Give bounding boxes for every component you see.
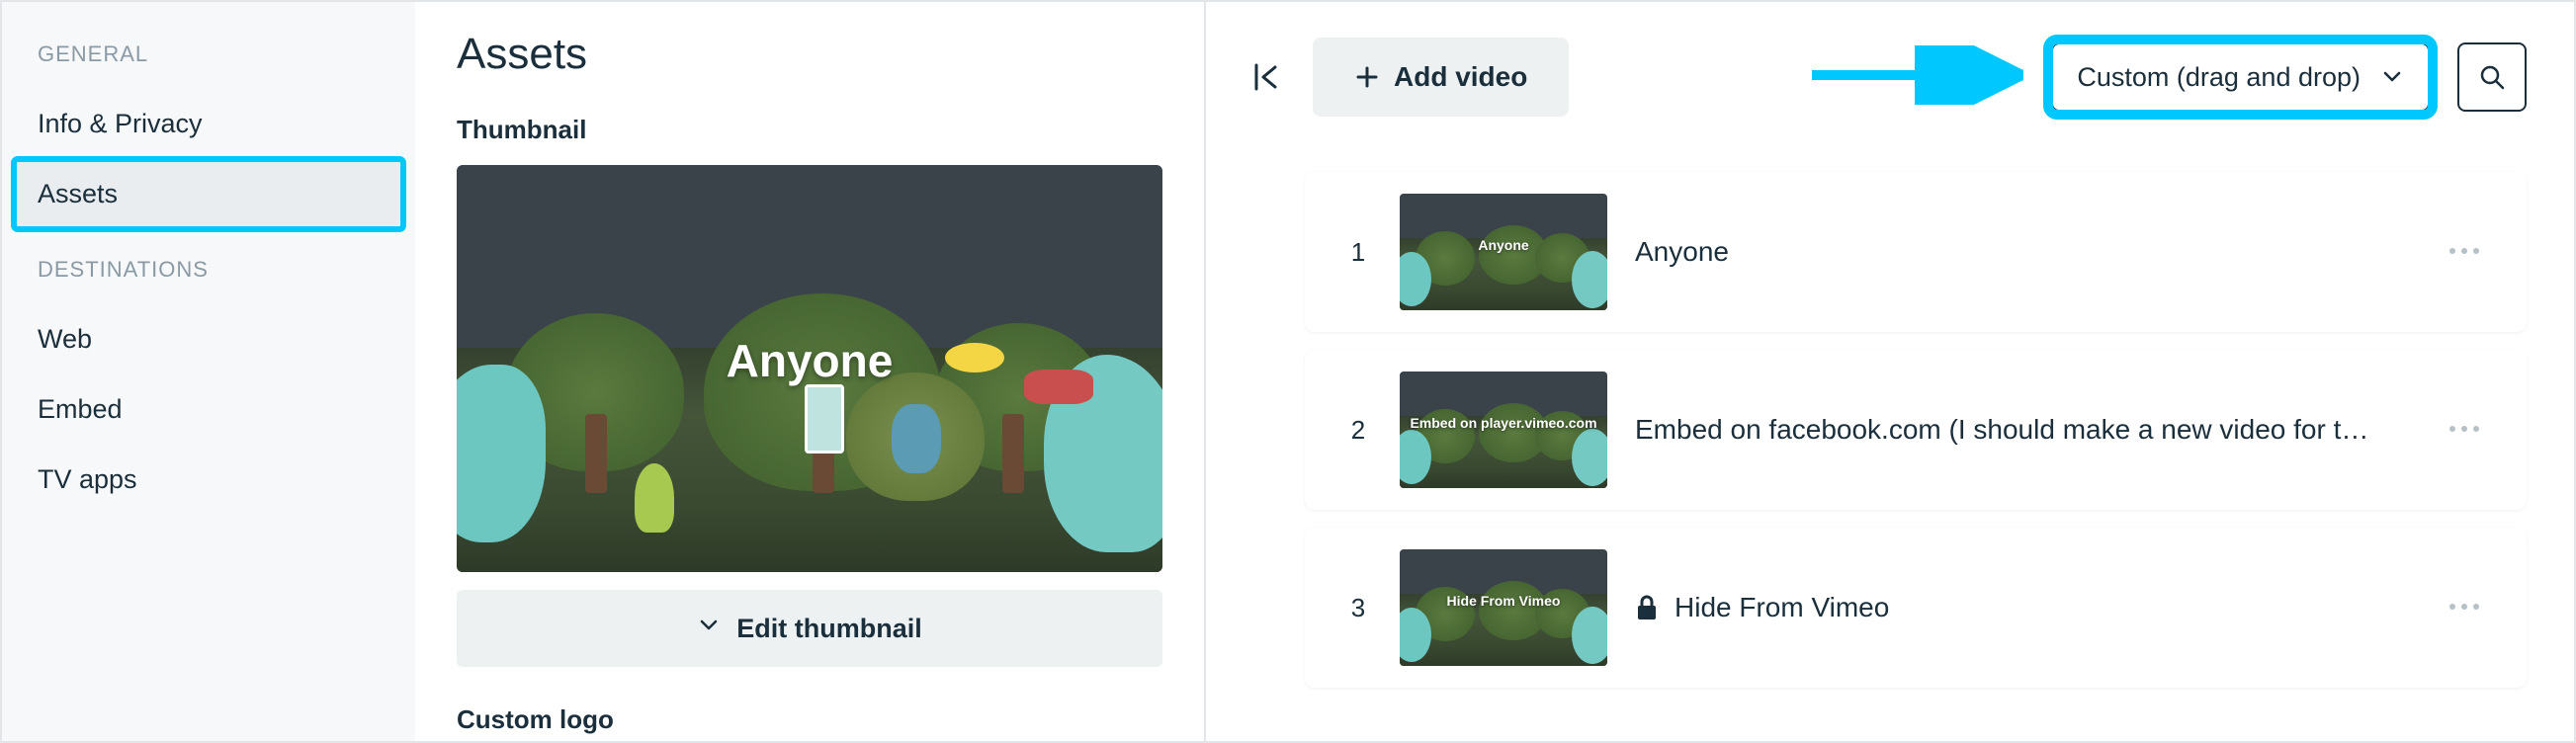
video-list: 1 Anyone Anyone 2 Embed on: [1245, 172, 2527, 688]
sidebar-item-info-privacy[interactable]: Info & Privacy: [14, 89, 403, 159]
more-horizontal-icon: [2447, 424, 2481, 434]
video-thumbnail: Hide From Vimeo: [1400, 549, 1607, 666]
edit-thumbnail-label: Edit thumbnail: [736, 614, 921, 644]
row-more-button[interactable]: [2438, 411, 2491, 449]
lock-icon: [1635, 594, 1659, 621]
video-row[interactable]: 1 Anyone Anyone: [1305, 172, 2527, 332]
row-more-button[interactable]: [2438, 233, 2491, 271]
thumbnail-overlay-title: Anyone: [727, 334, 894, 387]
sidebar-item-web[interactable]: Web: [14, 304, 403, 374]
video-list-panel: Add video Custom (drag and drop) 1: [1206, 2, 2574, 741]
row-index: 1: [1344, 237, 1372, 268]
sidebar-item-tv-apps[interactable]: TV apps: [14, 445, 403, 515]
chevron-down-icon: [697, 614, 721, 644]
row-index: 3: [1344, 593, 1372, 623]
video-row[interactable]: 2 Embed on player.vimeo.com Embed on fac…: [1305, 350, 2527, 510]
sidebar-group-destinations: DESTINATIONS: [38, 257, 380, 283]
more-horizontal-icon: [2447, 246, 2481, 256]
collapse-panel-button[interactable]: [1245, 57, 1285, 97]
sidebar: GENERAL Info & Privacy Assets DESTINATIO…: [2, 2, 415, 741]
search-icon: [2477, 62, 2507, 92]
video-title: Anyone: [1635, 236, 2410, 268]
add-video-button[interactable]: Add video: [1313, 38, 1569, 117]
sidebar-item-assets[interactable]: Assets: [14, 159, 403, 229]
page-title: Assets: [457, 30, 1162, 79]
collapse-left-icon: [1247, 59, 1283, 95]
row-index: 2: [1344, 415, 1372, 446]
video-thumbnail: Anyone: [1400, 194, 1607, 310]
thumbnail-section-label: Thumbnail: [457, 115, 1162, 145]
search-button[interactable]: [2457, 42, 2527, 112]
callout-arrow: [1806, 45, 2023, 110]
video-row[interactable]: 3 Hide From Vimeo Hide From Vimeo: [1305, 528, 2527, 688]
chevron-down-icon: [2380, 65, 2404, 89]
row-more-button[interactable]: [2438, 589, 2491, 626]
plus-icon: [1354, 64, 1380, 90]
edit-thumbnail-button[interactable]: Edit thumbnail: [457, 590, 1162, 667]
video-thumbnail: Embed on player.vimeo.com: [1400, 372, 1607, 488]
thumbnail-preview: Anyone: [457, 165, 1162, 572]
assets-panel: Assets Thumbnail Anyone Edit thumbnail C…: [415, 2, 1206, 741]
add-video-label: Add video: [1394, 61, 1527, 93]
custom-logo-section-label: Custom logo: [457, 704, 1162, 735]
video-title: Embed on facebook.com (I should make a n…: [1635, 414, 2410, 446]
video-title: Hide From Vimeo: [1635, 592, 2410, 623]
sidebar-group-general: GENERAL: [38, 41, 380, 67]
more-horizontal-icon: [2447, 602, 2481, 612]
sort-dropdown[interactable]: Custom (drag and drop): [2051, 42, 2430, 112]
sort-dropdown-label: Custom (drag and drop): [2077, 62, 2361, 93]
top-bar: Add video Custom (drag and drop): [1245, 38, 2527, 117]
sidebar-item-embed[interactable]: Embed: [14, 374, 403, 445]
